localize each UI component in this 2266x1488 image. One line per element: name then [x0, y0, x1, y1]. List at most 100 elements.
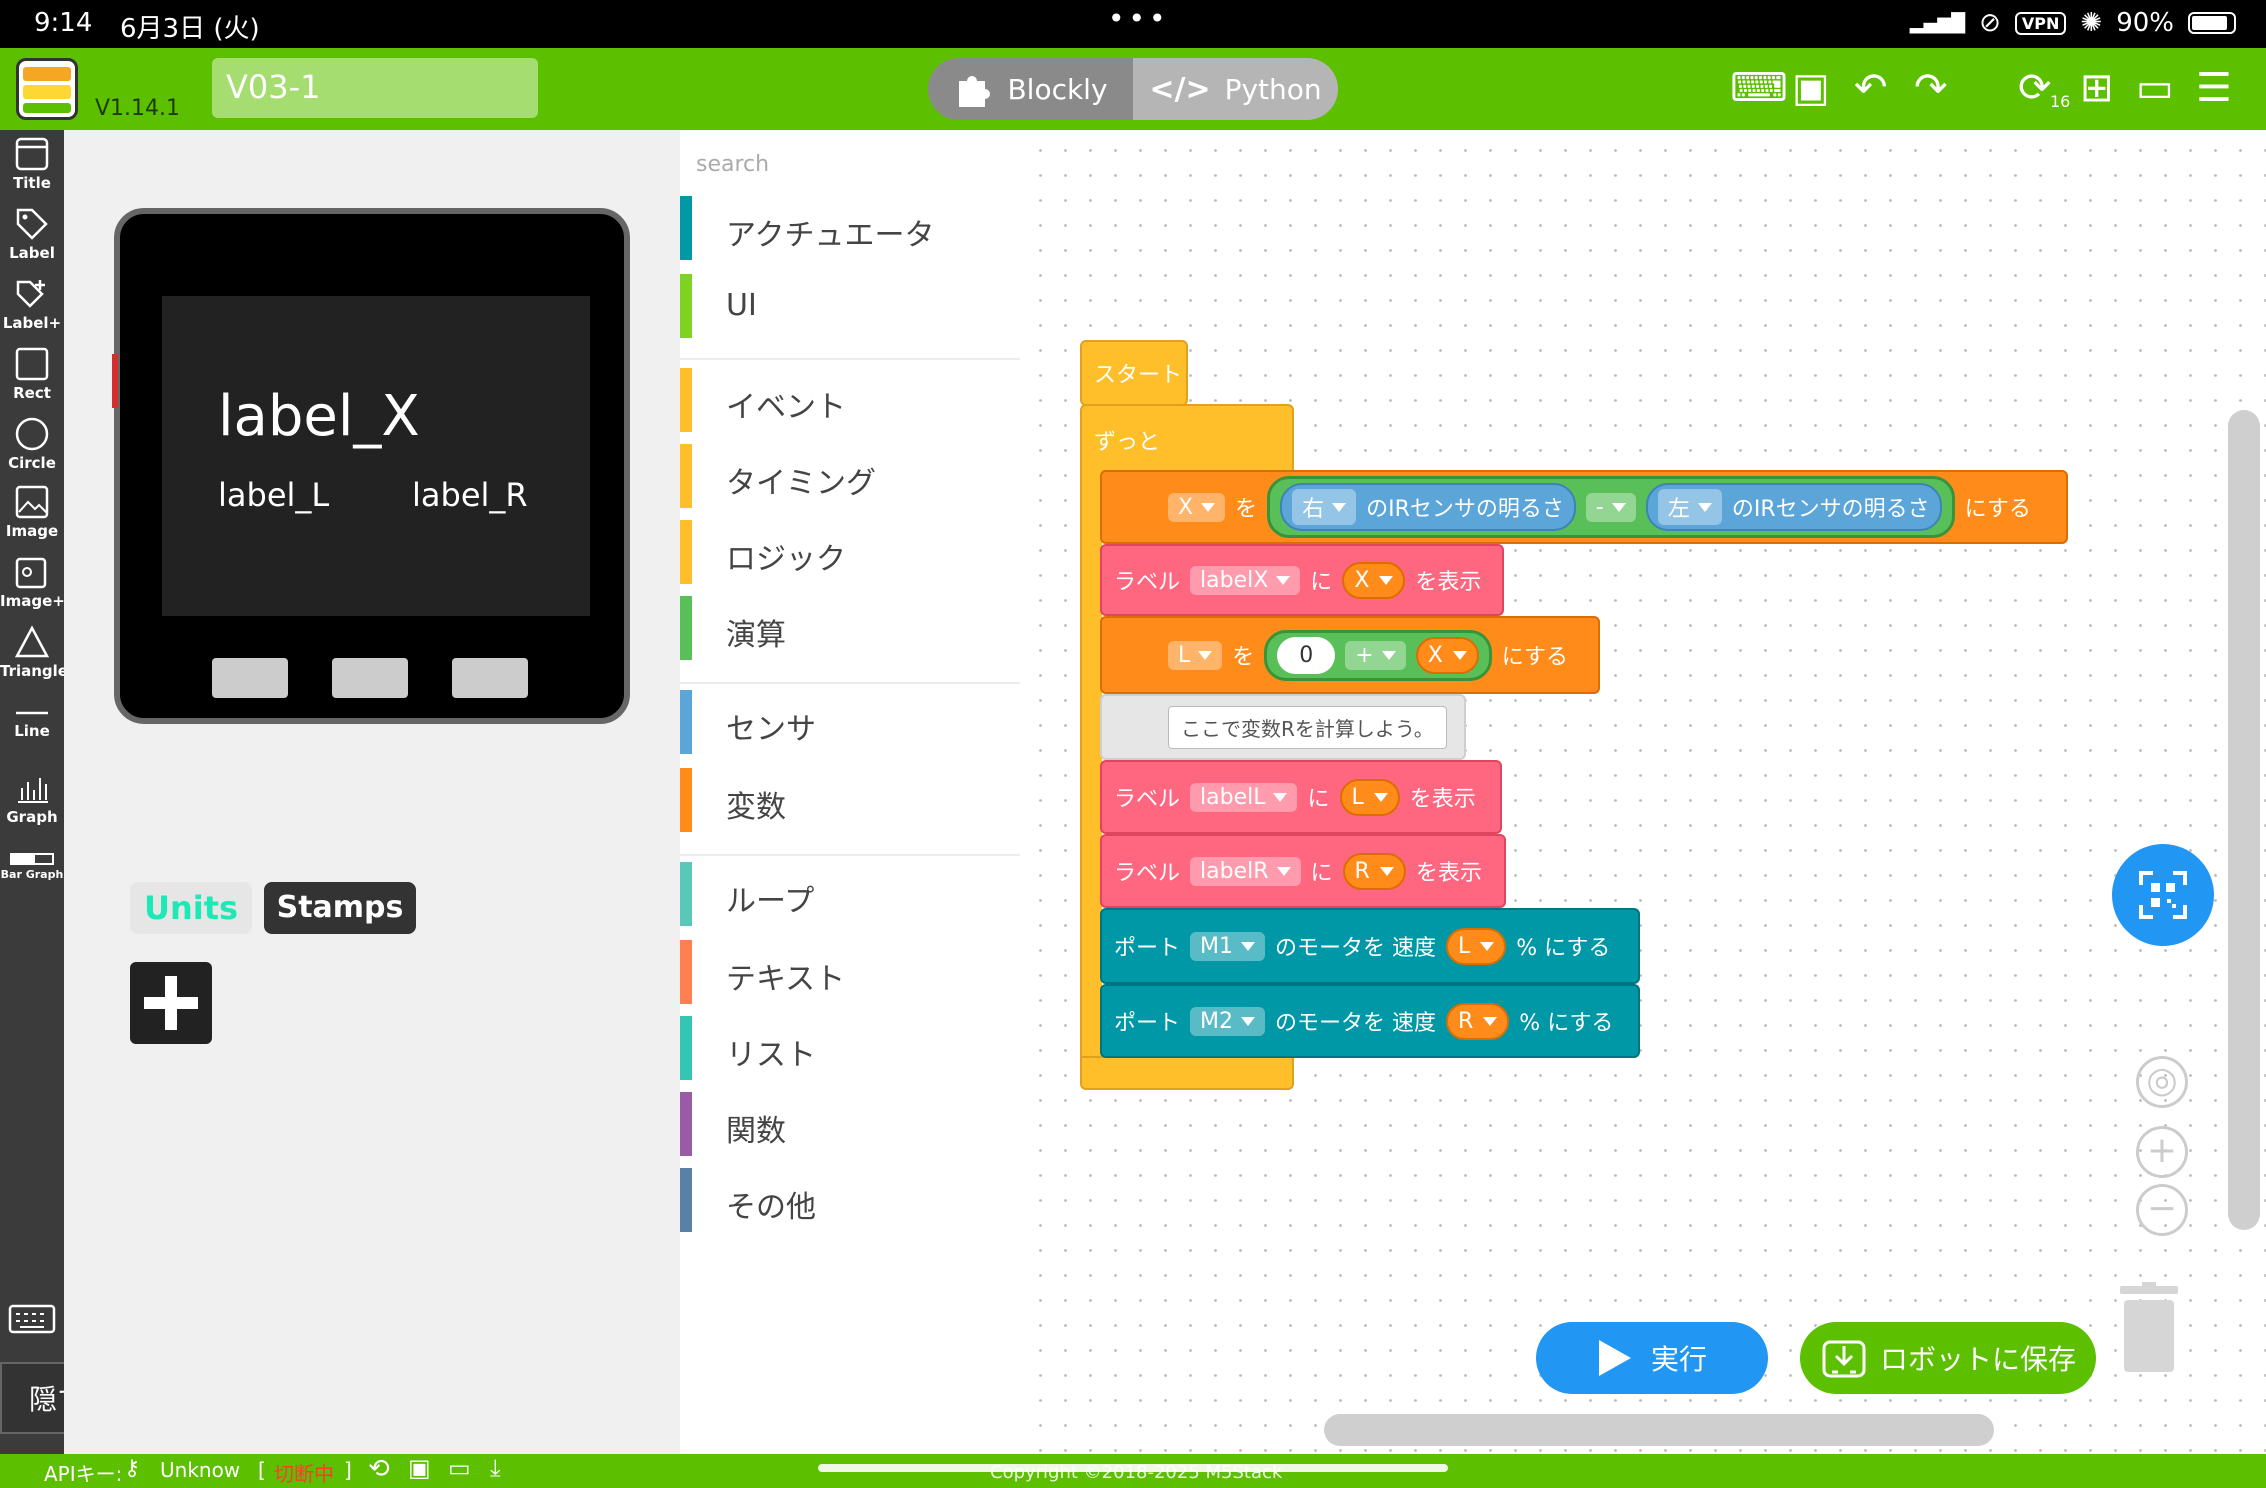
category-sensor[interactable]: センサ: [680, 690, 1020, 754]
keyboard-icon[interactable]: ⌨: [1730, 66, 1788, 110]
motor-m1-block[interactable]: ポート M1 のモータを 速度 L % にする: [1100, 908, 1640, 984]
right-side-dropdown[interactable]: 右: [1292, 489, 1357, 525]
home-indicator[interactable]: [818, 1464, 1448, 1472]
category-variable[interactable]: 変数: [680, 768, 1020, 832]
tool-line[interactable]: Line: [0, 706, 64, 740]
redo-icon[interactable]: ↷: [1914, 66, 1948, 110]
recenter-icon[interactable]: ◎: [2136, 1056, 2188, 1108]
tool-circle[interactable]: Circle: [0, 416, 64, 472]
show-label-x-block[interactable]: ラベル labelX に X を表示: [1100, 544, 1504, 616]
device-button-a[interactable]: [212, 658, 288, 698]
run-button[interactable]: 実行: [1536, 1322, 1768, 1394]
workspace-vertical-scrollbar[interactable]: [2228, 410, 2260, 1230]
category-event[interactable]: イベント: [680, 368, 1020, 432]
start-block[interactable]: スタート: [1080, 340, 1188, 406]
blockly-mode-button[interactable]: Blockly: [928, 58, 1133, 120]
motor-m2-block[interactable]: ポート M2 のモータを 速度 R % にする: [1100, 984, 1640, 1058]
tool-triangle[interactable]: Triangle: [0, 624, 68, 680]
l-variable-dropdown[interactable]: L: [1168, 640, 1223, 670]
x-variable-dropdown[interactable]: X: [1168, 492, 1226, 522]
add-unit-button[interactable]: [130, 962, 212, 1044]
device-screen[interactable]: label_X label_L label_R: [162, 296, 590, 616]
show-label-r-block[interactable]: ラベル labelR に R を表示: [1100, 834, 1506, 908]
category-function[interactable]: 関数: [680, 1092, 1020, 1156]
zoom-out-icon[interactable]: −: [2136, 1184, 2188, 1236]
m1-dropdown[interactable]: M1: [1190, 931, 1265, 961]
r-variable-block[interactable]: R: [1446, 1002, 1510, 1040]
comment-block[interactable]: ここで変数Rを計算しよう。: [1100, 694, 1466, 760]
category-actuator[interactable]: アクチュエータ: [680, 196, 1020, 260]
python-mode-button[interactable]: </> Python: [1133, 58, 1338, 120]
show-label-l-block[interactable]: ラベル labelL に L を表示: [1100, 760, 1502, 834]
comment-text[interactable]: ここで変数Rを計算しよう。: [1168, 705, 1447, 749]
menu-icon[interactable]: ☰: [2196, 66, 2232, 110]
trash-icon[interactable]: [2118, 1282, 2180, 1374]
qr-code-button[interactable]: [2112, 844, 2214, 946]
category-loop[interactable]: ループ: [680, 862, 1020, 926]
undo-icon[interactable]: ↶: [1854, 66, 1888, 110]
forever-block[interactable]: ずっと: [1080, 404, 1294, 472]
zoom-in-icon[interactable]: +: [2136, 1126, 2188, 1178]
history-icon[interactable]: ⟳: [2018, 66, 2052, 110]
folder-open-icon[interactable]: ▭: [2136, 66, 2174, 110]
workspace-horizontal-scrollbar[interactable]: [1324, 1414, 1994, 1446]
l-variable-block[interactable]: L: [1339, 778, 1400, 816]
operator-dropdown[interactable]: +: [1345, 640, 1406, 670]
api-key-value[interactable]: Unknow: [160, 1458, 240, 1482]
subtract-block[interactable]: 右 のIRセンサの明るさ - 左 のIRセンサの明るさ: [1267, 476, 1955, 538]
multitask-dots-icon[interactable]: •••: [1108, 2, 1170, 35]
number-input[interactable]: 0: [1277, 636, 1336, 674]
x-variable-block[interactable]: X: [1415, 636, 1479, 674]
x-variable-block[interactable]: X: [1342, 561, 1406, 599]
device-button-b[interactable]: [332, 658, 408, 698]
operator-dropdown[interactable]: -: [1585, 492, 1636, 522]
keyboard-toggle[interactable]: [0, 1304, 64, 1336]
category-list[interactable]: リスト: [680, 1016, 1020, 1080]
tool-title[interactable]: Title: [0, 136, 64, 192]
tab-stamps[interactable]: Stamps: [264, 882, 416, 934]
ir-sensor-left-block[interactable]: 左 のIRセンサの明るさ: [1645, 483, 1942, 531]
category-label: 変数: [726, 790, 786, 825]
category-logic[interactable]: ロジック: [680, 520, 1020, 584]
category-math[interactable]: 演算: [680, 596, 1020, 660]
folder-icon[interactable]: ▭: [448, 1454, 471, 1482]
category-text[interactable]: テキスト: [680, 940, 1020, 1004]
preview-label-r[interactable]: label_R: [412, 476, 528, 514]
label-x-dropdown[interactable]: labelX: [1190, 565, 1301, 595]
ir-sensor-right-block[interactable]: 右 のIRセンサの明るさ: [1280, 483, 1576, 531]
tool-image[interactable]: Image: [0, 484, 64, 540]
tool-label-plus[interactable]: Label+: [0, 276, 64, 332]
refresh-icon[interactable]: ⟲: [368, 1454, 390, 1484]
save-to-robot-button[interactable]: ロボットに保存: [1800, 1322, 2096, 1394]
preview-label-x[interactable]: label_X: [218, 384, 420, 449]
category-other[interactable]: その他: [680, 1168, 1020, 1232]
preview-label-l[interactable]: label_L: [218, 476, 329, 514]
category-ui[interactable]: UI: [680, 274, 1020, 338]
m2-dropdown[interactable]: M2: [1190, 1006, 1265, 1036]
l-variable-block[interactable]: L: [1446, 927, 1507, 965]
tab-units[interactable]: Units: [130, 882, 252, 934]
tool-graph[interactable]: Graph: [0, 770, 64, 826]
save-icon[interactable]: ▣: [408, 1454, 431, 1482]
set-x-block[interactable]: X を 右 のIRセンサの明るさ - 左 のIRセンサの明るさ にする: [1100, 470, 2068, 544]
tool-label[interactable]: Label: [0, 206, 64, 262]
category-search[interactable]: search: [696, 152, 769, 177]
tool-bar-graph[interactable]: Bar Graph: [0, 852, 64, 881]
left-side-dropdown[interactable]: 左: [1657, 489, 1722, 525]
download-icon[interactable]: ⤓: [490, 1454, 501, 1482]
tool-rect[interactable]: Rect: [0, 346, 64, 402]
label-l-dropdown[interactable]: labelL: [1190, 782, 1298, 812]
category-timing[interactable]: タイミング: [680, 444, 1020, 508]
keyboard-icon: [8, 1304, 56, 1334]
label-r-dropdown[interactable]: labelR: [1190, 856, 1301, 886]
set-l-block[interactable]: L を 0 + X にする: [1100, 616, 1600, 694]
project-name-field[interactable]: V03-1: [212, 58, 538, 118]
r-variable-block[interactable]: R: [1342, 852, 1406, 890]
app-logo[interactable]: [16, 58, 78, 120]
mode-toggle[interactable]: Blockly </> Python: [928, 58, 1338, 120]
device-button-c[interactable]: [452, 658, 528, 698]
add-block[interactable]: 0 + X: [1264, 629, 1492, 681]
tool-image-plus[interactable]: Image+: [0, 554, 65, 610]
new-file-icon[interactable]: ⊞: [2080, 66, 2114, 110]
device-screen-icon[interactable]: ▣: [1792, 66, 1830, 110]
